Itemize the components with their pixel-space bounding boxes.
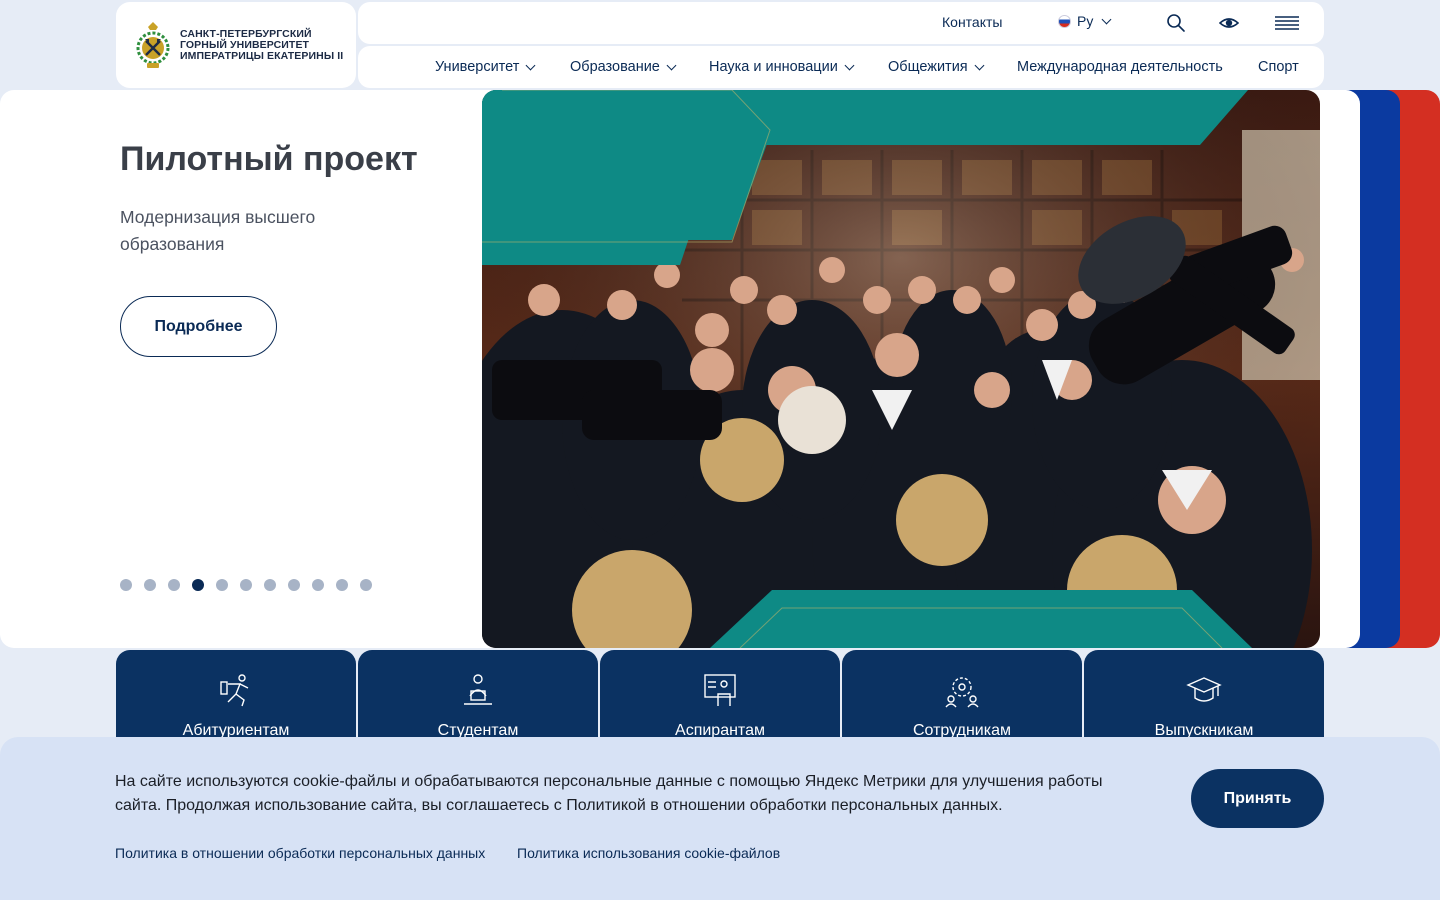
university-name: САНКТ-ПЕТЕРБУРГСКИЙ ГОРНЫЙ УНИВЕРСИТЕТ И… <box>180 27 344 62</box>
top-utility-bar: Контакты Ру <box>358 2 1324 44</box>
slider-dot[interactable] <box>312 579 324 591</box>
nav-item-label: Образование <box>570 59 660 75</box>
privacy-policy-link[interactable]: Политика в отношении обработки персональ… <box>115 845 485 861</box>
language-label: Ру <box>1077 13 1094 29</box>
applicant-icon <box>220 674 249 707</box>
slider-dot[interactable] <box>288 579 300 591</box>
chevron-down-icon <box>1101 14 1112 24</box>
staff-icon <box>945 677 979 708</box>
slider-pagination <box>120 579 372 591</box>
slider-dot[interactable] <box>216 579 228 591</box>
slider-dot[interactable] <box>336 579 348 591</box>
menu-icon[interactable] <box>1274 13 1300 33</box>
postgraduate-icon <box>704 674 736 706</box>
logo-line-2: ГОРНЫЙ УНИВЕРСИТЕТ <box>180 38 310 51</box>
slider-dot[interactable] <box>144 579 156 591</box>
nav-item-science[interactable]: Наука и инновации <box>709 59 855 75</box>
card-applicants[interactable]: Абитуриентам <box>116 650 356 750</box>
logo-line-3: ИМПЕРАТРИЦЫ ЕКАТЕРИНЫ II <box>180 49 344 62</box>
accept-cookies-button[interactable]: Принять <box>1191 769 1324 828</box>
nav-item-dormitories[interactable]: Общежития <box>888 59 985 75</box>
cookie-message: На сайте используются cookie-файлы и обр… <box>115 773 1103 814</box>
russian-flag-icon <box>1058 14 1071 28</box>
nav-item-university[interactable]: Университет <box>435 59 536 75</box>
card-staff[interactable]: Сотрудникам <box>842 650 1082 750</box>
graduate-cap-icon <box>1186 677 1222 702</box>
nav-item-label: Спорт <box>1258 59 1299 75</box>
university-emblem-icon <box>136 22 170 68</box>
card-students[interactable]: Студентам <box>358 650 598 750</box>
press-crowd-photo <box>482 90 1320 648</box>
slider-dot[interactable] <box>120 579 132 591</box>
card-graduates[interactable]: Выпускникам <box>1084 650 1324 750</box>
cookie-banner: На сайте используются cookie-файлы и обр… <box>0 737 1440 900</box>
slider-dot[interactable] <box>360 579 372 591</box>
nav-item-label: Университет <box>435 59 520 75</box>
chevron-down-icon <box>974 60 985 70</box>
hero-photo <box>482 90 1320 648</box>
card-postgraduates[interactable]: Аспирантам <box>600 650 840 750</box>
logo-line-1: САНКТ-ПЕТЕРБУРГСКИЙ <box>180 27 312 40</box>
slider-dot[interactable] <box>168 579 180 591</box>
cookie-policy-link[interactable]: Политика использования cookie-файлов <box>517 845 780 861</box>
language-selector[interactable]: Ру <box>1058 13 1112 29</box>
contacts-link[interactable]: Контакты <box>942 14 1002 30</box>
nav-item-education[interactable]: Образование <box>570 59 677 75</box>
hero-subtitle: Модернизация высшего образования <box>120 207 316 254</box>
nav-item-label: Общежития <box>888 59 968 75</box>
nav-item-label: Наука и инновации <box>709 59 838 75</box>
more-button[interactable]: Подробнее <box>120 296 277 357</box>
chevron-down-icon <box>525 60 536 70</box>
slider-dot[interactable] <box>240 579 252 591</box>
student-icon <box>464 674 492 705</box>
chevron-down-icon <box>666 60 677 70</box>
search-icon[interactable] <box>1166 13 1186 33</box>
hero-slider: Пилотный проект Модернизация высшего обр… <box>0 90 1360 648</box>
nav-item-label: Международная деятельность <box>1017 59 1223 75</box>
eye-icon[interactable] <box>1219 13 1239 33</box>
nav-item-international[interactable]: Международная деятельность <box>1017 59 1223 75</box>
hero-title: Пилотный проект <box>120 140 418 178</box>
main-navigation: Университет Образование Наука и инноваци… <box>358 46 1324 88</box>
university-logo[interactable]: САНКТ-ПЕТЕРБУРГСКИЙ ГОРНЫЙ УНИВЕРСИТЕТ И… <box>116 2 356 88</box>
chevron-down-icon <box>844 60 855 70</box>
slider-dot[interactable] <box>264 579 276 591</box>
slider-dot-active[interactable] <box>192 579 204 591</box>
nav-item-sport[interactable]: Спорт <box>1258 59 1299 75</box>
